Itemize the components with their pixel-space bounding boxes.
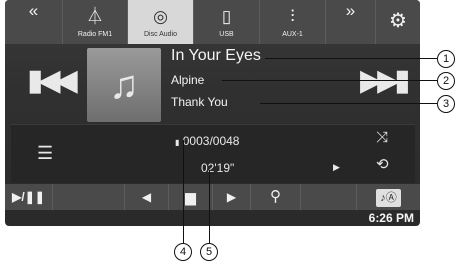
disc-icon: ◎ — [153, 7, 168, 26]
arrow-right-icon: ▶ — [226, 190, 237, 204]
folder-forward-button[interactable]: ▶ — [213, 184, 251, 210]
clock: 6:26 PM — [368, 211, 414, 225]
source-bar: « ⏃ Radio FM1 ◎ Disc Audio ▯ USB ⫶ AUX-1… — [5, 0, 420, 44]
track-counter-text: 0003/0048 — [182, 134, 240, 148]
list-button[interactable]: ☰ — [37, 143, 53, 164]
callout-leader-4 — [183, 140, 184, 243]
music-mode-icon: ♪Ⓐ — [376, 189, 401, 207]
track-counter: ▮ 0003/0048 — [175, 134, 239, 148]
shuffle-icon: ⤨ — [376, 129, 389, 146]
album-name: Thank You — [171, 95, 228, 109]
callout-leader-1 — [265, 58, 437, 59]
source-label: AUX-1 — [282, 31, 303, 38]
source-label: Disc Audio — [143, 31, 178, 38]
skip-back-button[interactable]: ▮◀◀ — [27, 64, 78, 97]
usb-icon: ▯ — [221, 7, 232, 26]
callout-1: 1 — [437, 50, 455, 68]
track-title: In Your Eyes — [171, 47, 261, 64]
wrench-icon: ⚙ — [389, 10, 407, 32]
source-label: Radio FM1 — [77, 31, 113, 38]
playback-panel: ☰ ▮ 0003/0048 02'19" ▶ ⤨ ⟲ — [11, 124, 415, 183]
skip-forward-button[interactable]: ▶▶▮ — [360, 66, 411, 96]
shuffle-button[interactable]: ⤨ — [376, 129, 388, 146]
list-icon: ☰ — [37, 143, 54, 163]
head-unit-screen: « ⏃ Radio FM1 ◎ Disc Audio ▯ USB ⫶ AUX-1… — [5, 0, 420, 226]
arrow-left-icon: ◀ — [141, 190, 152, 204]
prev-page-button[interactable]: « — [5, 0, 63, 44]
source-tab-aux[interactable]: ⫶ AUX-1 — [260, 0, 326, 44]
double-chevron-right-icon: » — [345, 1, 356, 20]
setup-button[interactable]: ⚙ — [376, 0, 420, 44]
play-pause-button[interactable]: ▶/❚❚ — [5, 184, 53, 210]
file-icon: ▮ — [175, 138, 180, 147]
search-icon: ⚲ — [270, 188, 281, 205]
callout-2: 2 — [437, 72, 455, 90]
callout-leader-3 — [260, 103, 437, 104]
folder-button[interactable]: ▆ — [169, 184, 213, 210]
callout-3: 3 — [437, 95, 455, 113]
source-label: USB — [219, 31, 234, 38]
callout-4: 4 — [174, 243, 192, 261]
folder-back-button[interactable]: ◀ — [125, 184, 169, 210]
callout-5: 5 — [200, 243, 218, 261]
source-tab-radio[interactable]: ⏃ Radio FM1 — [63, 0, 128, 44]
next-page-button[interactable]: » — [326, 0, 376, 44]
source-tab-usb[interactable]: ▯ USB — [194, 0, 260, 44]
skip-back-icon: ▮◀◀ — [27, 64, 78, 97]
repeat-icon: ⟲ — [376, 156, 389, 173]
source-tab-disc[interactable]: ◎ Disc Audio — [128, 0, 194, 44]
search-button[interactable]: ⚲ — [251, 184, 301, 210]
music-note-icon: ♫ — [109, 63, 139, 107]
album-art: ♫ — [87, 48, 161, 122]
double-chevron-left-icon: « — [28, 1, 39, 20]
antenna-icon: ⏃ — [86, 7, 104, 26]
callout-leader-2 — [222, 80, 437, 81]
repeat-button[interactable]: ⟲ — [376, 155, 389, 173]
control-bar: ▶/❚❚ ◀ ▆ ▶ ⚲ ♪Ⓐ — [5, 184, 420, 210]
control-bar-spacer — [53, 184, 125, 210]
aux-icon: ⫶ — [290, 7, 295, 26]
callout-leader-5 — [209, 170, 210, 243]
play-pause-icon: ▶/❚❚ — [12, 190, 45, 204]
folder-icon: ▆ — [185, 189, 196, 205]
play-indicator-icon: ▶ — [333, 162, 340, 172]
media-mode-button[interactable]: ♪Ⓐ — [357, 184, 420, 210]
control-bar-spacer — [301, 184, 357, 210]
elapsed-time: 02'19" — [201, 161, 235, 175]
artist-name: Alpine — [171, 73, 205, 87]
